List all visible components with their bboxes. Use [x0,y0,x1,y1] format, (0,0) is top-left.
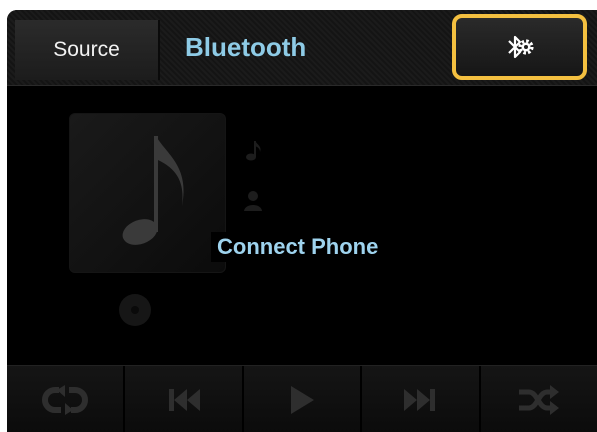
artist-person-icon [244,191,262,211]
source-button[interactable]: Source [15,20,160,80]
repeat-icon [42,384,89,415]
play-button[interactable] [243,366,363,432]
shuffle-button[interactable] [480,366,597,432]
album-disc-icon [119,294,151,326]
page-title: Bluetooth [185,32,307,62]
playback-controls [7,365,597,432]
connect-phone-status: Connect Phone [211,232,385,262]
previous-track-icon [168,388,200,411]
next-track-icon [404,388,436,411]
bluetooth-settings-button[interactable] [452,14,587,80]
bluetooth-audio-screen: Source Bluetooth Connect Phone [7,10,597,432]
shuffle-icon [518,384,559,415]
repeat-button[interactable] [7,366,126,432]
bluetooth-settings-icon [507,35,534,59]
top-bar: Source Bluetooth [7,10,597,86]
previous-track-button[interactable] [125,366,244,432]
next-track-button[interactable] [362,366,481,432]
track-note-icon [246,141,261,161]
album-art [69,113,226,273]
source-button-label: Source [53,38,120,61]
play-icon [291,385,315,414]
music-note-icon [122,136,184,245]
